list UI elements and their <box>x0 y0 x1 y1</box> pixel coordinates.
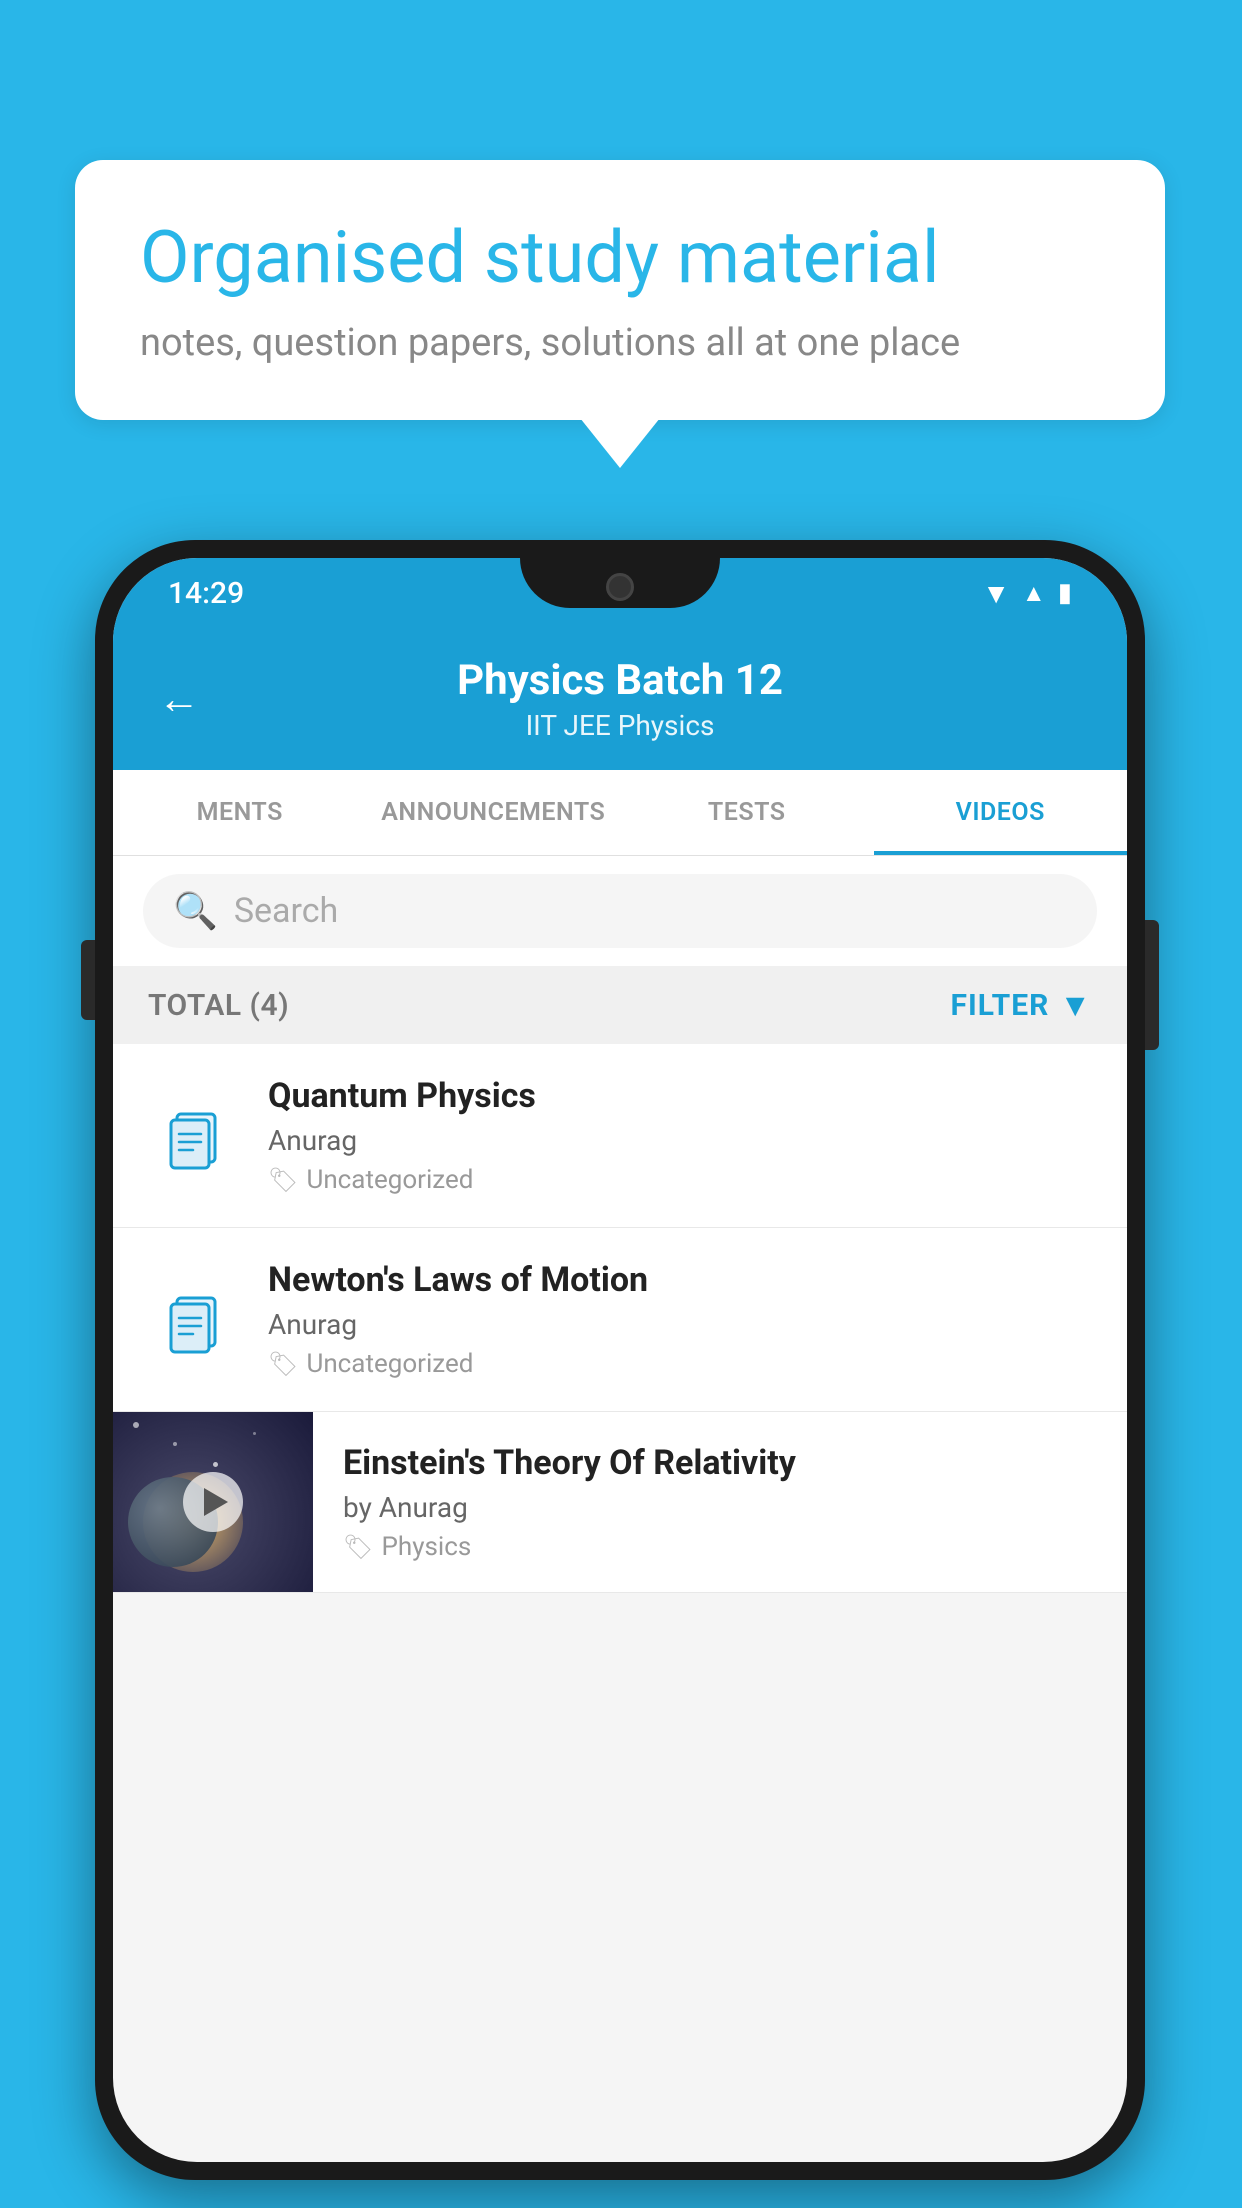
video-title: Einstein's Theory Of Relativity <box>343 1443 1092 1483</box>
video-tag: 🏷 Uncategorized <box>268 1349 1092 1379</box>
list-item[interactable]: Einstein's Theory Of Relativity by Anura… <box>113 1412 1127 1593</box>
filter-button[interactable]: FILTER ▼ <box>951 986 1093 1024</box>
header-title-group: Physics Batch 12 IIT JEE Physics <box>230 656 1010 742</box>
play-button[interactable] <box>183 1472 243 1532</box>
tabs-bar: MENTS ANNOUNCEMENTS TESTS VIDEOS <box>113 770 1127 856</box>
bubble-title: Organised study material <box>140 215 1100 301</box>
tab-tests[interactable]: TESTS <box>620 770 874 855</box>
header-subtitle: IIT JEE Physics <box>230 709 1010 742</box>
video-title: Quantum Physics <box>268 1076 1092 1116</box>
back-button[interactable]: ← <box>158 675 200 724</box>
bubble-subtitle: notes, question papers, solutions all at… <box>140 321 1100 365</box>
video-author: Anurag <box>268 1308 1092 1341</box>
video-file-icon <box>148 1284 238 1356</box>
list-item[interactable]: Quantum Physics Anurag 🏷 Uncategorized <box>113 1044 1127 1228</box>
app-header: ← Physics Batch 12 IIT JEE Physics <box>113 628 1127 770</box>
status-icons: ▼ ▲ ▮ <box>982 577 1072 610</box>
video-author: Anurag <box>268 1124 1092 1157</box>
tag-label: Uncategorized <box>306 1349 473 1379</box>
tag-label: Uncategorized <box>306 1165 473 1195</box>
tab-announcements[interactable]: ANNOUNCEMENTS <box>367 770 621 855</box>
notch <box>520 558 720 608</box>
search-input-wrap[interactable]: 🔍 Search <box>143 874 1097 948</box>
signal-icon: ▲ <box>1022 579 1046 608</box>
battery-icon: ▮ <box>1058 578 1072 608</box>
filter-row: TOTAL (4) FILTER ▼ <box>113 966 1127 1044</box>
video-thumbnail <box>113 1412 313 1592</box>
video-list: Quantum Physics Anurag 🏷 Uncategorized <box>113 1044 1127 1593</box>
tag-label: Physics <box>381 1532 471 1562</box>
video-info: Quantum Physics Anurag 🏷 Uncategorized <box>268 1076 1092 1195</box>
video-title: Newton's Laws of Motion <box>268 1260 1092 1300</box>
list-item[interactable]: Newton's Laws of Motion Anurag 🏷 Uncateg… <box>113 1228 1127 1412</box>
video-info: Newton's Laws of Motion Anurag 🏷 Uncateg… <box>268 1260 1092 1379</box>
phone-screen: 14:29 ▼ ▲ ▮ ← Physics Batch 12 IIT JEE P… <box>113 558 1127 2162</box>
video-author: by Anurag <box>343 1491 1092 1524</box>
status-time: 14:29 <box>168 576 244 611</box>
filter-icon: ▼ <box>1059 986 1092 1024</box>
tab-ments[interactable]: MENTS <box>113 770 367 855</box>
search-input[interactable]: Search <box>234 891 338 931</box>
tag-icon: 🏷 <box>268 1350 298 1378</box>
phone-outer-frame: 14:29 ▼ ▲ ▮ ← Physics Batch 12 IIT JEE P… <box>95 540 1145 2180</box>
search-icon: 🔍 <box>173 890 218 932</box>
tag-icon: 🏷 <box>343 1533 373 1561</box>
play-triangle-icon <box>204 1488 228 1516</box>
phone-mockup: 14:29 ▼ ▲ ▮ ← Physics Batch 12 IIT JEE P… <box>95 540 1145 2180</box>
header-title: Physics Batch 12 <box>230 656 1010 705</box>
status-bar: 14:29 ▼ ▲ ▮ <box>113 558 1127 628</box>
video-info: Einstein's Theory Of Relativity by Anura… <box>343 1415 1092 1590</box>
video-tag: 🏷 Physics <box>343 1532 1092 1562</box>
tag-icon: 🏷 <box>268 1166 298 1194</box>
tab-videos[interactable]: VIDEOS <box>874 770 1128 855</box>
filter-label: FILTER <box>951 988 1050 1023</box>
camera-icon <box>606 573 634 601</box>
search-container: 🔍 Search <box>113 856 1127 966</box>
speech-bubble-card: Organised study material notes, question… <box>75 160 1165 420</box>
wifi-icon: ▼ <box>982 577 1010 610</box>
total-count: TOTAL (4) <box>148 988 289 1023</box>
video-file-icon <box>148 1100 238 1172</box>
video-tag: 🏷 Uncategorized <box>268 1165 1092 1195</box>
